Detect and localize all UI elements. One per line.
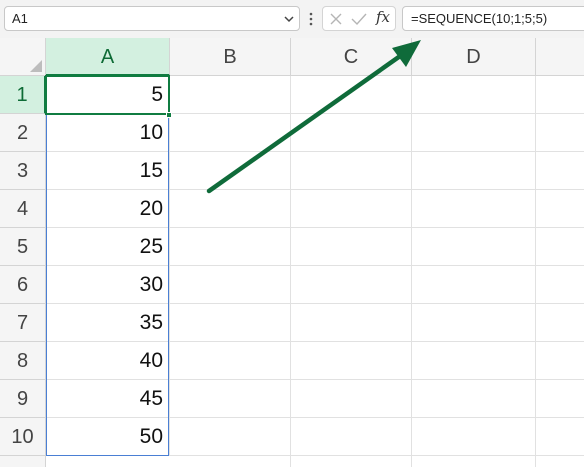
name-box[interactable]: A1 (4, 6, 300, 31)
select-all-button[interactable] (0, 38, 46, 76)
cell-a5[interactable]: 25 (46, 228, 170, 266)
fill-handle[interactable] (166, 112, 172, 118)
row-header-8[interactable]: 8 (0, 342, 46, 380)
spreadsheet-grid: A B C D 1 2 3 4 5 6 7 8 9 10 5 10 15 20 … (0, 38, 584, 467)
vertical-dots-icon[interactable] (309, 11, 313, 27)
row-header-9[interactable]: 9 (0, 380, 46, 418)
column-header-d[interactable]: D (412, 38, 536, 76)
cell-a6[interactable]: 30 (46, 266, 170, 304)
row-header-7[interactable]: 7 (0, 304, 46, 342)
row-header-10[interactable]: 10 (0, 418, 46, 456)
formula-bar: A1 fx =SEQUENCE(10;1;5;5) (0, 0, 584, 38)
cell-a4[interactable]: 20 (46, 190, 170, 228)
column-header-e-partial[interactable] (536, 38, 584, 76)
name-box-value: A1 (12, 11, 28, 26)
row-header-11-partial[interactable] (0, 456, 46, 467)
cell-a3[interactable]: 15 (46, 152, 170, 190)
empty-cells-grid[interactable] (170, 76, 584, 467)
cell-a8[interactable]: 40 (46, 342, 170, 380)
formula-input[interactable]: =SEQUENCE(10;1;5;5) (402, 6, 584, 31)
row-header-6[interactable]: 6 (0, 266, 46, 304)
cell-a10[interactable]: 50 (46, 418, 170, 456)
cell-a9[interactable]: 45 (46, 380, 170, 418)
column-header-a[interactable]: A (46, 38, 170, 76)
chevron-down-icon[interactable] (283, 14, 295, 24)
row-header-2[interactable]: 2 (0, 114, 46, 152)
check-icon[interactable] (351, 12, 367, 26)
row-header-3[interactable]: 3 (0, 152, 46, 190)
select-all-triangle (30, 60, 42, 72)
x-icon[interactable] (329, 12, 343, 26)
column-header-c[interactable]: C (291, 38, 412, 76)
row-header-4[interactable]: 4 (0, 190, 46, 228)
row-header-5[interactable]: 5 (0, 228, 46, 266)
fx-icon[interactable]: fx (376, 8, 390, 26)
row-header-1[interactable]: 1 (0, 76, 46, 114)
cell-a7[interactable]: 35 (46, 304, 170, 342)
formula-actions: fx (322, 6, 396, 31)
cell-a2[interactable]: 10 (46, 114, 170, 152)
column-header-b[interactable]: B (170, 38, 291, 76)
cell-a1[interactable]: 5 (46, 76, 170, 114)
formula-text: =SEQUENCE(10;1;5;5) (411, 11, 548, 26)
